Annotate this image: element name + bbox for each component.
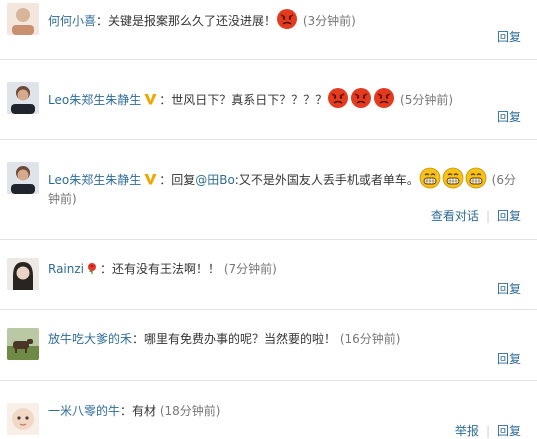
comment-text: :又不是外国友人丢手机或者单车。 <box>234 173 419 187</box>
divider <box>0 380 537 381</box>
avatar[interactable] <box>7 82 39 114</box>
divider <box>0 309 537 310</box>
comment-actions: 回复 <box>497 108 521 125</box>
user-name-link[interactable]: Leo朱郑生朱静生 <box>48 93 141 107</box>
timestamp: (3分钟前) <box>302 14 356 28</box>
comment-text: ：有材 <box>120 404 157 418</box>
emoji-group <box>419 167 488 190</box>
user-name-link[interactable]: Rainzi <box>48 262 84 276</box>
comment-actions: 回复 <box>497 28 521 45</box>
avatar[interactable] <box>7 258 39 290</box>
avatar[interactable] <box>7 3 39 35</box>
reply-link[interactable]: 回复 <box>497 352 521 366</box>
user-name-link[interactable]: 一米八零的牛 <box>48 404 120 418</box>
comment-body: 一米八零的牛：有材 (18分钟前) <box>48 402 520 421</box>
angry-face-icon <box>277 9 298 29</box>
reply-link[interactable]: 回复 <box>497 209 521 223</box>
comment-text: ：关键是报案那么久了还没进展！ <box>96 14 277 28</box>
reply-link[interactable]: 回复 <box>497 30 521 44</box>
grin-face-icon <box>442 167 464 189</box>
avatar[interactable] <box>7 162 39 194</box>
comment-body: Rainzi ：还有没有王法啊！！ (7分钟前) <box>48 260 520 279</box>
comment-actions: 回复 <box>497 280 521 297</box>
user-name-link[interactable]: 放牛吃大爹的禾 <box>48 332 132 346</box>
user-name-link[interactable]: Leo朱郑生朱静生 <box>48 173 141 187</box>
action-separator: | <box>485 209 490 223</box>
mention-link[interactable]: @田Bo <box>195 173 235 187</box>
reply-link[interactable]: 回复 <box>497 110 521 124</box>
grin-face-icon <box>419 167 441 189</box>
comment-text: ：哪里有免费办事的呢？当然要的啦！ <box>132 332 337 346</box>
timestamp: (7分钟前) <box>223 262 277 276</box>
comment-actions: 举报 | 回复 <box>455 422 521 439</box>
view-conversation-link[interactable]: 查看对话 <box>431 209 479 223</box>
timestamp: (5分钟前) <box>400 93 454 107</box>
comment-body: Leo朱郑生朱静生 ：回复@田Bo:又不是外国友人丢手机或者单车。 (6分钟前) <box>48 167 520 209</box>
comment-body: 放牛吃大爹的禾：哪里有免费办事的呢？当然要的啦！ (16分钟前) <box>48 330 520 349</box>
comment-body: Leo朱郑生朱静生 ：世风日下？真系日下？？？？ (5分钟前) <box>48 87 520 110</box>
emoji-group <box>276 8 299 31</box>
angry-face-icon <box>328 88 349 108</box>
rose-badge-icon <box>88 263 96 274</box>
reply-link[interactable]: 回复 <box>497 282 521 296</box>
timestamp: (16分钟前) <box>339 332 401 346</box>
verified-v-icon <box>144 94 157 105</box>
comment-actions: 回复 <box>497 350 521 367</box>
comment-text: ：还有没有王法啊！！ <box>100 262 221 276</box>
emoji-group <box>327 87 396 110</box>
avatar[interactable] <box>7 403 39 435</box>
comment-body: 何何小喜：关键是报案那么久了还没进展！ (3分钟前) <box>48 8 520 31</box>
verified-v-icon <box>144 174 157 185</box>
grin-face-icon <box>465 167 487 189</box>
comment-text: ：世风日下？真系日下？？？？ <box>159 93 328 107</box>
comment-text: ：回复 <box>159 173 196 187</box>
divider <box>0 139 537 140</box>
divider <box>0 239 537 240</box>
angry-face-icon <box>374 88 395 108</box>
divider <box>0 59 537 60</box>
comment-actions: 查看对话 | 回复 <box>431 207 521 224</box>
angry-face-icon <box>351 88 372 108</box>
timestamp: (18分钟前) <box>159 404 221 418</box>
user-name-link[interactable]: 何何小喜 <box>48 14 96 28</box>
avatar[interactable] <box>7 328 39 360</box>
